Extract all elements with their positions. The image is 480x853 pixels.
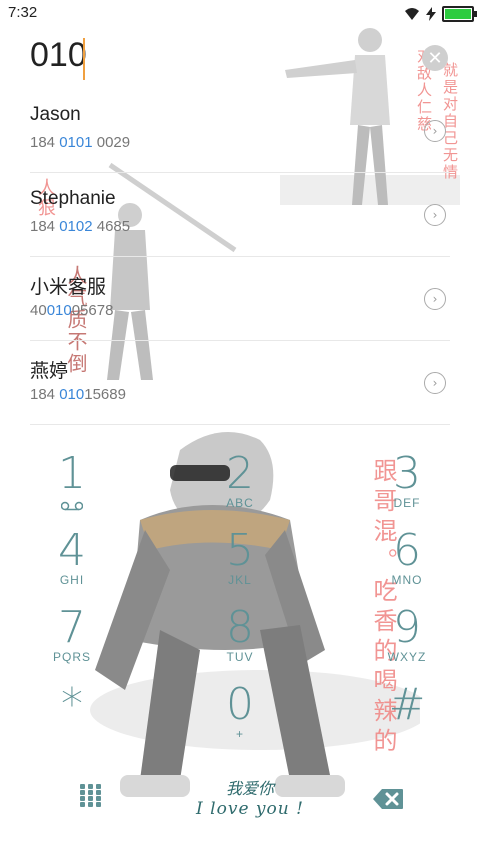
- key-5[interactable]: 5 JKL: [190, 527, 290, 597]
- key-8[interactable]: 8 TUV: [190, 604, 290, 674]
- contact-number: 184 0102 4685: [30, 218, 130, 235]
- bolt-icon: [426, 7, 436, 21]
- wifi-icon: [405, 8, 419, 20]
- key-digit: 8: [226, 602, 254, 653]
- key-9[interactable]: 9 WXYZ: [357, 604, 457, 674]
- contact-number: 184 01015689: [30, 386, 126, 403]
- number-prefix: 40: [30, 302, 47, 319]
- key-letters: ABC: [226, 496, 254, 510]
- dialpad-grid-icon[interactable]: [80, 784, 104, 808]
- key-letters: +: [235, 727, 244, 741]
- key-digit: 2: [226, 448, 254, 499]
- number-prefix: 184: [30, 218, 60, 235]
- key-3[interactable]: 3 DEF: [357, 450, 457, 520]
- key-letters: MNO: [391, 573, 423, 587]
- contact-row[interactable]: 小米客服 4001005678 ›: [30, 256, 450, 341]
- number-match: 0102: [59, 218, 93, 235]
- battery-fill: [445, 9, 471, 19]
- key-7[interactable]: 7 PQRS: [22, 604, 122, 674]
- number-match: 0101: [59, 134, 93, 151]
- number-suffix: 15689: [84, 386, 126, 403]
- key-6[interactable]: 6 MNO: [357, 527, 457, 597]
- voicemail-icon: [61, 501, 83, 511]
- key-digit: 7: [58, 602, 86, 653]
- status-time: 7:32: [8, 4, 38, 21]
- key-0[interactable]: 0 +: [190, 681, 290, 751]
- number-suffix: 05678: [71, 302, 114, 319]
- dial-number-input[interactable]: 010: [30, 36, 87, 75]
- clear-icon[interactable]: ✕: [422, 45, 448, 71]
- key-letters: JKL: [228, 573, 252, 587]
- key-digit: 4: [58, 525, 86, 576]
- contact-name: Stephanie: [30, 188, 116, 209]
- number-match: 010: [59, 386, 85, 403]
- love-text-cn: 我爱你: [225, 779, 274, 798]
- key-letters: WXYZ: [387, 650, 427, 664]
- contact-number: 4001005678: [30, 302, 113, 319]
- chevron-right-icon[interactable]: ›: [424, 288, 446, 310]
- love-text-en: I love you !: [196, 799, 304, 819]
- backspace-icon[interactable]: [372, 788, 404, 810]
- key-4[interactable]: 4 GHI: [22, 527, 122, 597]
- dialer-screen: { "status_bar": { "time": "7:32", "wifi_…: [0, 0, 480, 853]
- contact-name: 小米客服: [30, 277, 107, 298]
- key-letters: PQRS: [52, 650, 91, 664]
- key-digit: *: [61, 679, 83, 730]
- contact-name: 燕婷: [30, 361, 69, 382]
- wallpaper-love-text: 我爱你 I love you !: [180, 775, 320, 819]
- key-1[interactable]: 1: [22, 450, 122, 520]
- contact-row[interactable]: Stephanie 184 0102 4685 ›: [30, 172, 450, 257]
- chevron-right-icon[interactable]: ›: [424, 204, 446, 226]
- contact-row[interactable]: 燕婷 184 01015689 ›: [30, 340, 450, 425]
- key-digit: 1: [58, 448, 86, 499]
- key-digit: 3: [393, 448, 421, 499]
- key-star[interactable]: *: [22, 681, 122, 751]
- number-prefix: 184: [30, 134, 60, 151]
- key-digit: 5: [226, 525, 254, 576]
- key-digit: 9: [393, 602, 421, 653]
- text-caret: [83, 38, 85, 80]
- key-digit: #: [388, 679, 426, 730]
- key-digit: 6: [393, 525, 421, 576]
- contact-name: Jason: [30, 104, 81, 125]
- key-letters: GHI: [59, 573, 85, 587]
- chevron-right-icon[interactable]: ›: [424, 372, 446, 394]
- battery-icon: [442, 6, 477, 22]
- number-suffix: 0029: [92, 134, 131, 151]
- status-bar: 7:32: [0, 0, 480, 28]
- key-hash[interactable]: #: [357, 681, 457, 751]
- number-match: 010: [46, 302, 72, 319]
- number-prefix: 184: [30, 386, 60, 403]
- number-suffix: 4685: [92, 218, 131, 235]
- key-digit: 0: [226, 679, 254, 730]
- contact-row[interactable]: Jason 184 0101 0029 ›: [30, 88, 450, 173]
- status-icons: [404, 6, 477, 22]
- key-letters: DEF: [393, 496, 421, 510]
- key-letters: TUV: [226, 650, 254, 664]
- key-2[interactable]: 2 ABC: [190, 450, 290, 520]
- contact-number: 184 0101 0029: [30, 134, 130, 151]
- chevron-right-icon[interactable]: ›: [424, 120, 446, 142]
